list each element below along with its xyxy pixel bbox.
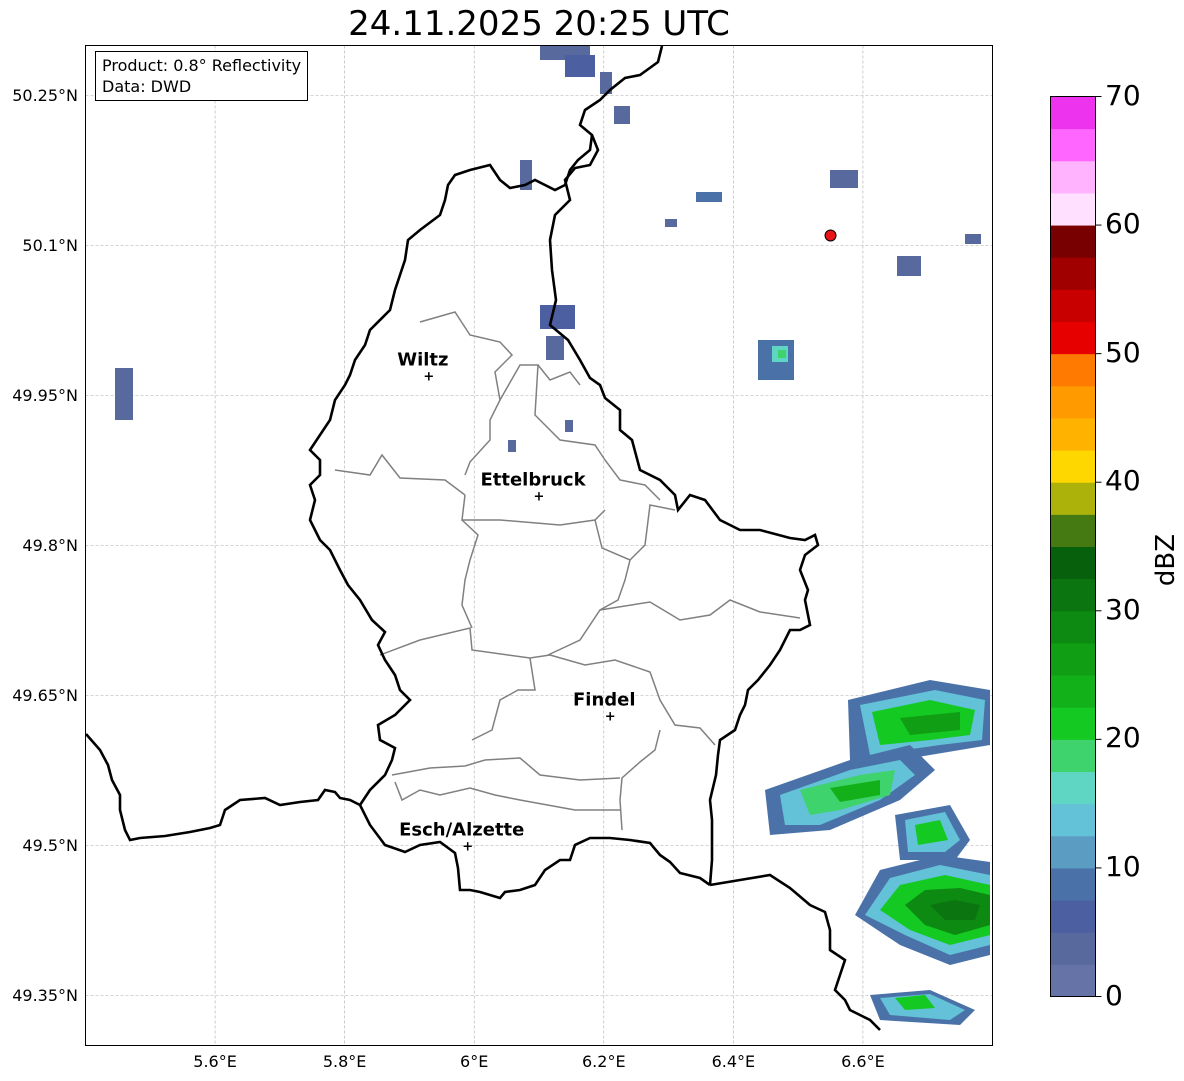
colorbar-segment [1050, 128, 1096, 162]
city-marker: + [605, 710, 616, 725]
colorbar-segment [1050, 675, 1096, 708]
radar-site-marker [824, 229, 837, 242]
city-label: Ettelbruck [480, 470, 586, 491]
colorbar-segment [1050, 546, 1096, 580]
colorbar-segment [1050, 385, 1096, 419]
lon-tick-label: 6.4°E [711, 1052, 756, 1071]
colorbar-segment [1050, 321, 1096, 355]
canton-boundaries [334, 311, 801, 831]
colorbar-segment [1050, 642, 1096, 676]
colorbar-tick-label: 30 [1105, 592, 1141, 626]
colorbar [1050, 96, 1102, 997]
city-marker: + [462, 840, 473, 855]
colorbar-tick-label: 20 [1105, 721, 1141, 755]
colorbar-segment [1050, 225, 1096, 258]
colorbar-segment [1050, 482, 1096, 515]
colorbar-segment [1050, 964, 1096, 997]
lat-tick-label: 49.8°N [22, 535, 78, 555]
radar-map: +Wiltz+Ettelbruck+Findel+Esch/Alzette [85, 45, 1102, 1046]
lat-tick-label: 50.1°N [22, 235, 78, 255]
colorbar-segment [1050, 450, 1096, 483]
country-borders [85, 45, 881, 1031]
colorbar-segment [1050, 353, 1096, 387]
colorbar-segment [1050, 257, 1096, 290]
colorbar-label: dBZ [1151, 533, 1181, 587]
colorbar-segment [1050, 739, 1096, 772]
colorbar-tick-label: 50 [1105, 335, 1141, 369]
city-marker: + [534, 490, 545, 505]
graticule-grid [85, 45, 993, 1046]
colorbar-segment [1050, 96, 1096, 130]
city-label: Wiltz [397, 350, 448, 371]
colorbar-segment [1050, 578, 1096, 612]
colorbar-tick-label: 40 [1105, 464, 1141, 498]
lon-tick-label: 6.6°E [841, 1052, 885, 1071]
product-info-box: Product: 0.8° Reflectivity Data: DWD [95, 51, 309, 101]
colorbar-tick-label: 0 [1105, 978, 1123, 1012]
lat-tick-label: 49.35°N [12, 985, 78, 1005]
data-source-line: Data: DWD [102, 77, 192, 96]
lon-tick-label: 5.6°E [193, 1052, 237, 1071]
colorbar-segment [1050, 932, 1096, 965]
lon-tick-label: 6.2°E [582, 1052, 626, 1071]
colorbar-segment [1050, 835, 1096, 869]
colorbar-tick-label: 60 [1105, 207, 1141, 241]
city-label: Findel [573, 690, 636, 711]
product-line: Product: 0.8° Reflectivity [102, 56, 302, 75]
colorbar-segment [1050, 707, 1096, 740]
city-label: Esch/Alzette [399, 820, 524, 841]
radar-echoes [115, 46, 990, 1025]
lat-tick-label: 49.5°N [22, 835, 78, 855]
lon-tick-label: 5.8°E [322, 1052, 367, 1071]
city-marker: + [423, 370, 434, 385]
colorbar-segment [1050, 160, 1096, 194]
lon-tick-label: 6°E [460, 1052, 489, 1071]
colorbar-segment [1050, 514, 1096, 547]
colorbar-segment [1050, 417, 1096, 451]
colorbar-segment [1050, 867, 1096, 901]
lat-tick-label: 49.65°N [12, 685, 78, 705]
colorbar-tick-label: 70 [1105, 78, 1141, 112]
lat-tick-label: 50.25°N [12, 85, 78, 105]
lat-tick-label: 49.95°N [12, 385, 78, 405]
colorbar-segment [1050, 771, 1096, 805]
colorbar-segment [1050, 192, 1096, 226]
colorbar-tick-label: 10 [1105, 849, 1141, 883]
colorbar-segment [1050, 289, 1096, 322]
colorbar-segment [1050, 900, 1096, 933]
colorbar-segment [1050, 803, 1096, 837]
colorbar-segment [1050, 610, 1096, 644]
